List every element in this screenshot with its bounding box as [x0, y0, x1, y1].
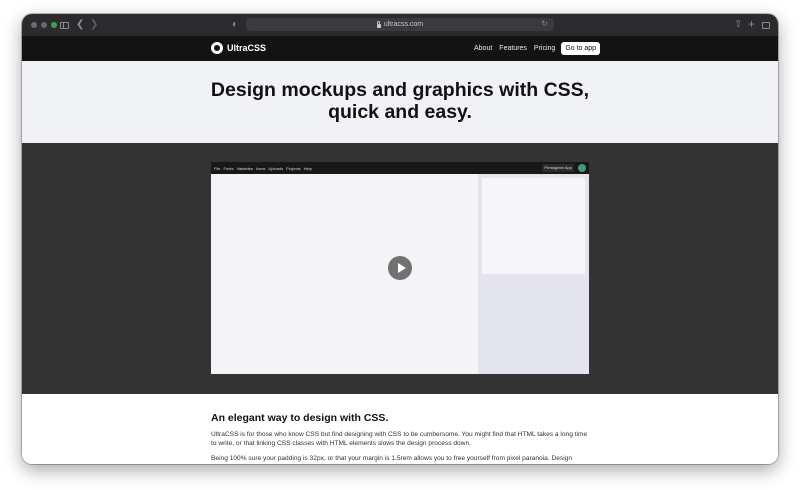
app-menu-file: File: [214, 165, 221, 171]
app-menu-icons: Icons: [255, 165, 266, 171]
nav-link-features[interactable]: Features: [499, 42, 527, 55]
new-tab-icon[interactable]: +: [748, 17, 755, 31]
app-menu-projects: Projects: [286, 165, 301, 171]
app-menu-uploads: Uploads: [268, 165, 284, 171]
sidebar-icon[interactable]: [60, 22, 69, 29]
video-section: File Fonts Variables Icons Uploads Proje…: [22, 143, 778, 394]
reload-icon[interactable]: ↻: [541, 19, 548, 28]
shield-icon[interactable]: ◐: [232, 18, 238, 32]
tab-overview-icon[interactable]: [762, 22, 770, 29]
window-controls: [31, 22, 57, 28]
app-panel-card: [482, 178, 585, 274]
minimize-window-button[interactable]: [41, 22, 47, 28]
ultracss-logo-icon: [211, 42, 223, 54]
lock-icon: [376, 20, 381, 28]
back-icon[interactable]: ❮: [76, 18, 84, 32]
content-section: An elegant way to design with CSS. Ultra…: [22, 394, 778, 464]
app-avatar: [578, 164, 586, 172]
hero-title: Design mockups and graphics with CSS, qu…: [210, 79, 590, 123]
zoom-window-button[interactable]: [51, 22, 57, 28]
paragraph-second: Being 100% sure your padding is 32px, or…: [211, 455, 573, 462]
address-bar[interactable]: ultracss.com ↻: [246, 18, 554, 31]
forward-icon[interactable]: ❯: [90, 18, 98, 32]
app-menubar: File Fonts Variables Icons Uploads Proje…: [211, 162, 589, 174]
nav-links: About Features Pricing Go to app: [474, 42, 601, 55]
hero-section: Design mockups and graphics with CSS, qu…: [22, 61, 778, 143]
app-preview-video[interactable]: File Fonts Variables Icons Uploads Proje…: [211, 162, 589, 374]
app-menu-fonts: Fonts: [223, 165, 234, 171]
close-window-button[interactable]: [31, 22, 37, 28]
play-icon[interactable]: [388, 256, 412, 280]
url-text: ultracss.com: [383, 21, 424, 28]
browser-window: ❮ ❯ ◐ ultracss.com ↻ ⇧ + UltraCSS About …: [22, 14, 778, 464]
browser-toolbar: ❮ ❯ ◐ ultracss.com ↻ ⇧ +: [22, 14, 778, 36]
paragraph-intro: UltraCSS is for those who know CSS but f…: [211, 431, 588, 447]
brand-name: UltraCSS: [227, 43, 267, 53]
site-navbar: UltraCSS About Features Pricing Go to ap…: [22, 36, 778, 61]
section-heading: An elegant way to design with CSS.: [211, 412, 389, 424]
brand[interactable]: UltraCSS: [211, 42, 266, 54]
app-project-button: Pentagram App: [542, 164, 574, 172]
go-to-app-button[interactable]: Go to app: [561, 42, 601, 55]
app-canvas: [211, 174, 478, 374]
share-icon[interactable]: ⇧: [734, 18, 742, 32]
nav-link-about[interactable]: About: [474, 42, 492, 55]
nav-link-pricing[interactable]: Pricing: [534, 42, 555, 55]
app-menu-variables: Variables: [236, 165, 253, 171]
app-side-panel: [478, 174, 589, 374]
app-menu-help: Help: [303, 165, 312, 171]
